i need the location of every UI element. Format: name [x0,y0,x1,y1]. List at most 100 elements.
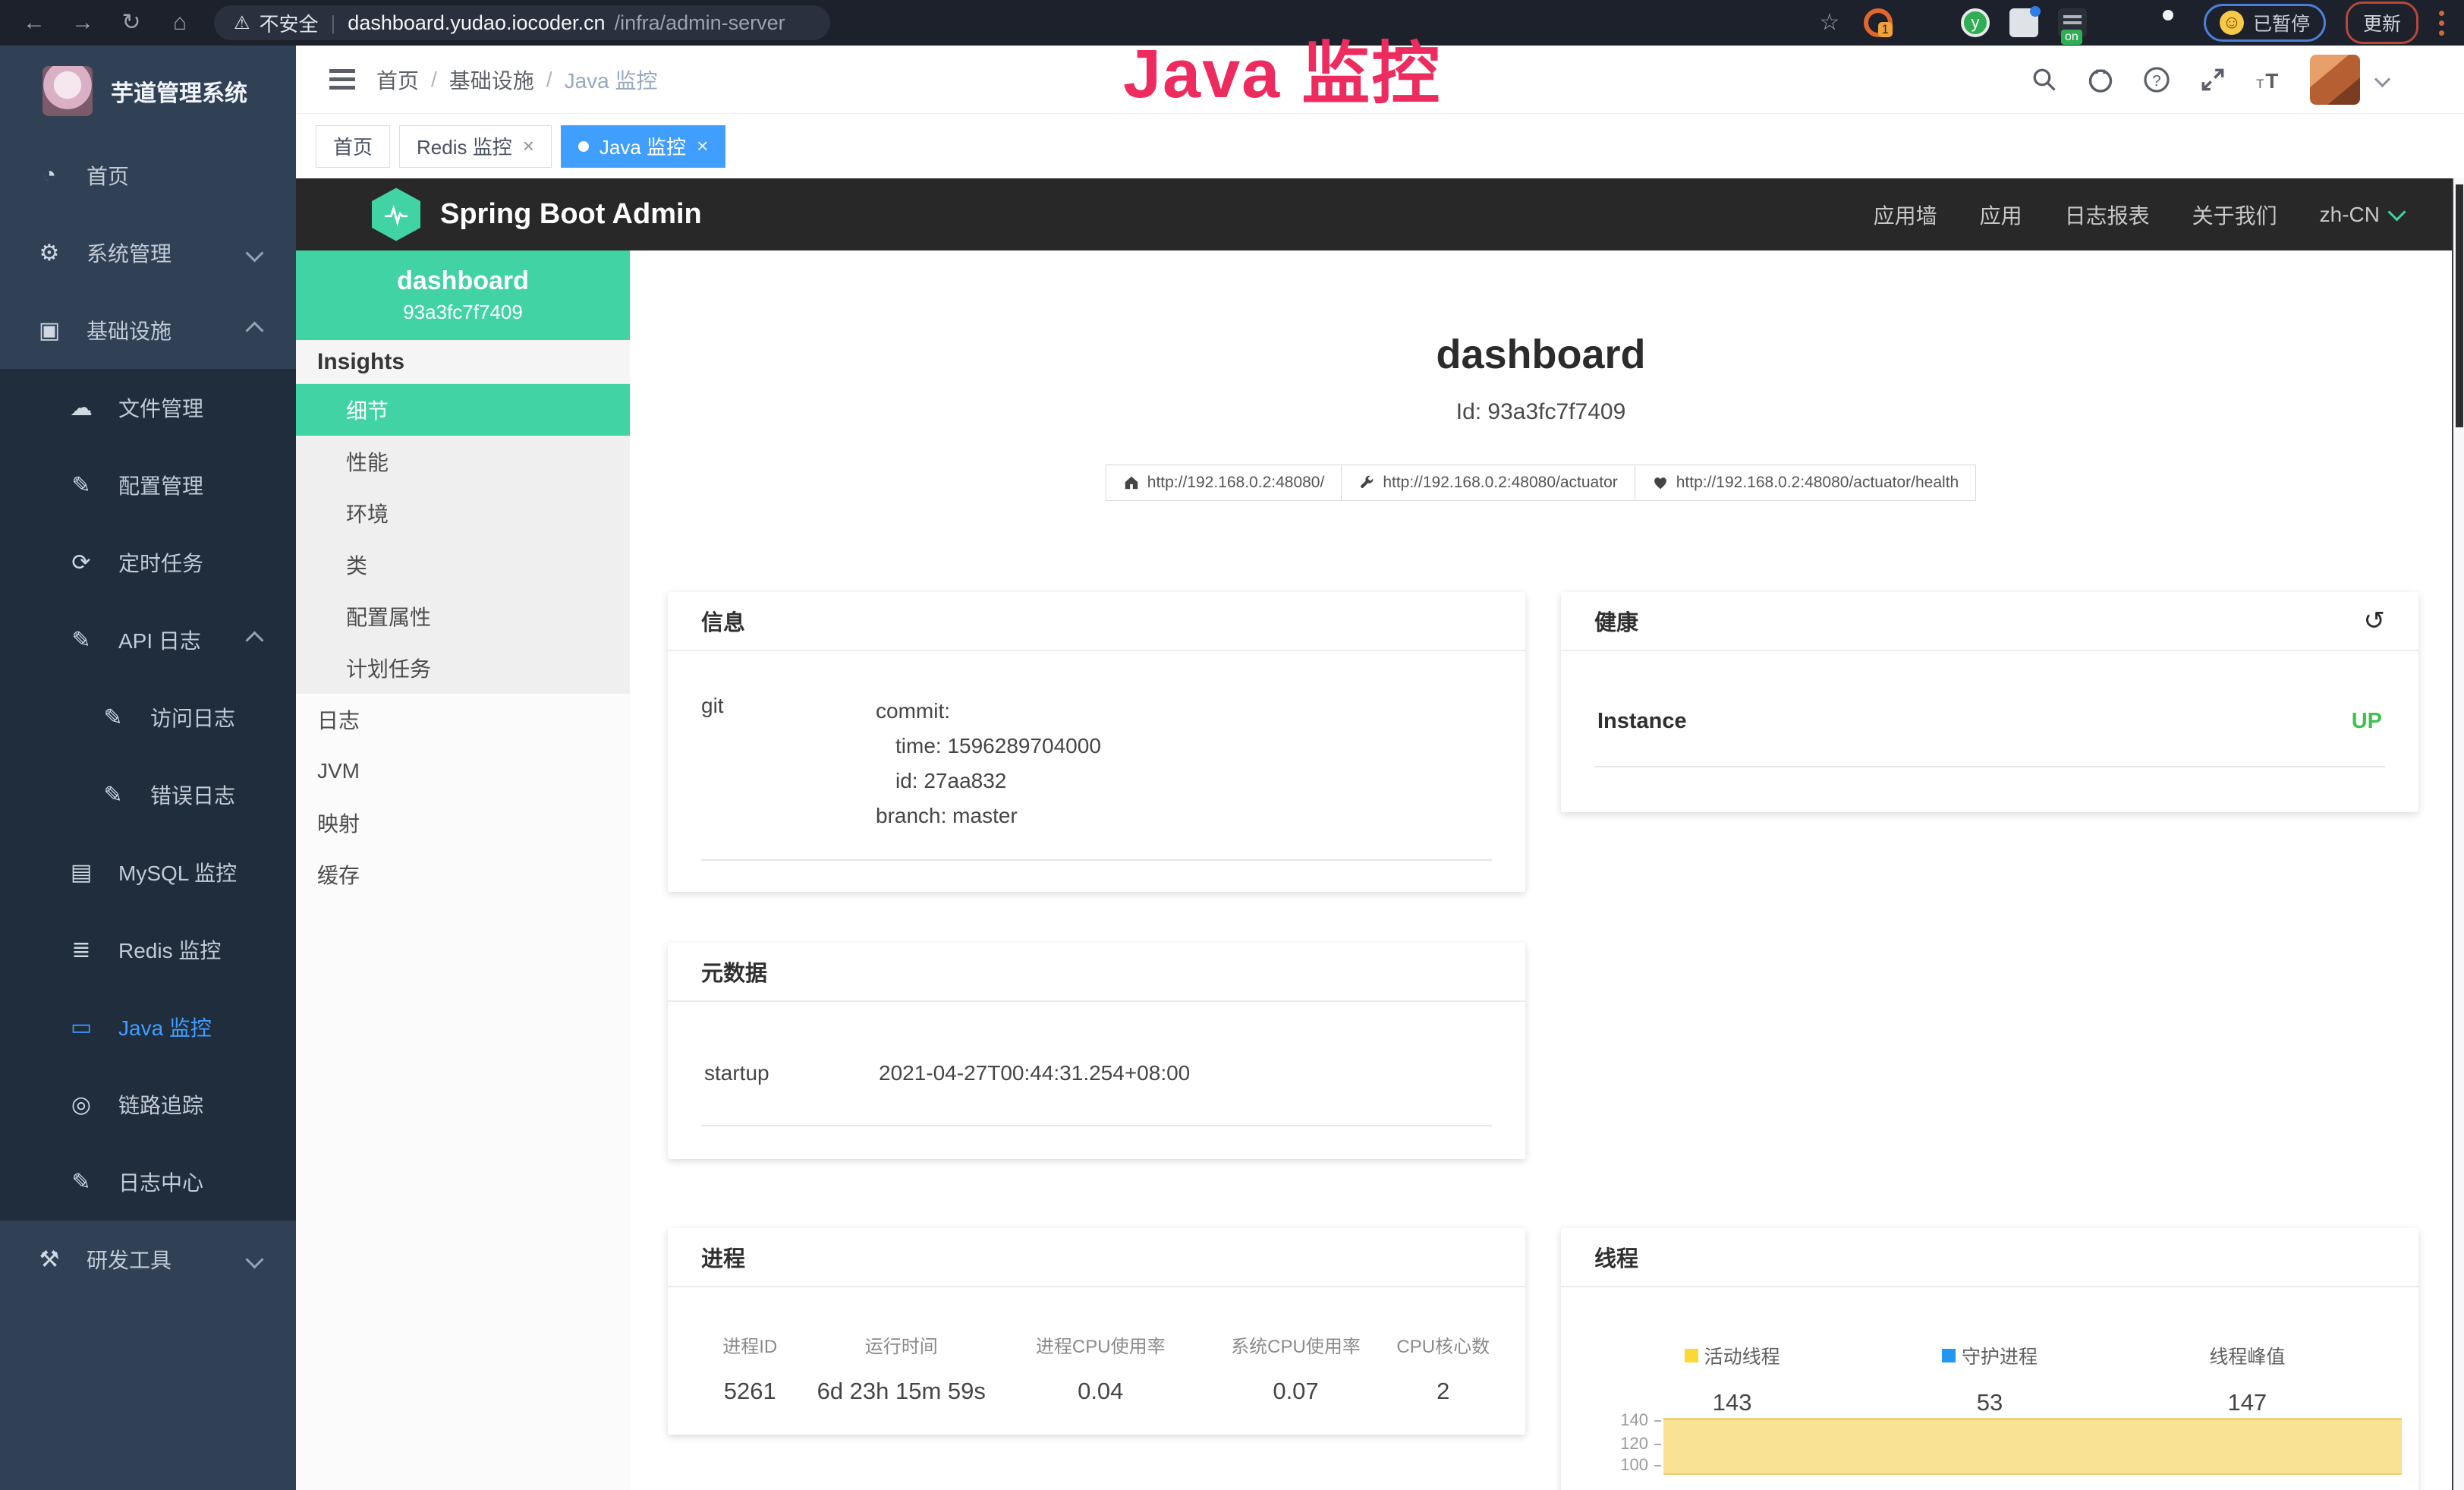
extension-pin-icon[interactable] [1912,8,1941,37]
close-icon[interactable]: × [697,134,708,158]
forward-icon[interactable]: → [68,0,97,46]
breadcrumb-infrastructure[interactable]: 基础设施 [449,65,534,95]
sba-nav-journal[interactable]: 日志报表 [2065,200,2150,230]
github-icon[interactable] [2085,65,2116,95]
bookmark-star-icon[interactable]: ☆ [1815,0,1844,46]
sidebar-item-config-manage[interactable]: ✎ 配置管理 [0,446,296,524]
service-url-button[interactable]: http://192.168.0.2:48080/ [1106,465,1342,501]
back-icon[interactable]: ← [20,0,49,46]
process-header-row: 进程ID 运行时间 进程CPU使用率 系统CPU使用率 CPU核心数 [698,1331,1495,1358]
chevron-down-icon [245,1250,263,1268]
chevron-down-icon [2387,203,2406,221]
threads-legend: 活动线程 守护进程 线程峰值 [1561,1287,2418,1369]
reload-icon[interactable]: ↻ [117,0,146,46]
extension-grid-icon[interactable] [2009,8,2038,37]
sidebar-item-system[interactable]: ⚙ 系统管理 [0,214,296,291]
sba-nav-wallboard[interactable]: 应用墙 [1874,200,1937,230]
dashboard-icon: ◔ [32,162,67,188]
sidebar-item-log-center[interactable]: ✎ 日志中心 [0,1143,296,1221]
cpu-cores-header: CPU核心数 [1392,1331,1496,1358]
health-instance-row[interactable]: Instance UP [1561,651,2418,734]
sba-sidebar: dashboard 93a3fc7f7409 Insights 细节 性能 环境… [296,250,630,1490]
sba-item-jvm[interactable]: JVM [296,745,630,797]
close-icon[interactable]: × [523,134,534,158]
extension-orange-icon[interactable]: 1 [1864,8,1893,37]
sidebar-item-error-log[interactable]: ✎ 错误日志 [0,756,296,833]
text-size-icon[interactable]: TT [2254,65,2284,95]
tab-label: 首页 [333,132,373,160]
history-icon[interactable]: ↺ [2364,606,2386,636]
avatar-caret-icon [2374,71,2390,87]
sidebar-item-java-monitor[interactable]: ▭ Java 监控 [0,988,296,1066]
legend-label: 守护进程 [1962,1342,2038,1369]
sidebar-item-dev-tools[interactable]: ⚒ 研发工具 [0,1221,296,1298]
instance-id: Id: 93a3fc7f7409 [630,399,2452,425]
topbar-actions: ? TT [2029,55,2437,105]
scrollbar-track[interactable] [2452,178,2464,1490]
tab-bar: 首页 Redis 监控 × Java 监控 × [296,114,2464,178]
sba-app-block[interactable]: dashboard 93a3fc7f7409 [296,250,630,340]
sba-item-scheduled-tasks[interactable]: 计划任务 [296,642,630,694]
update-button[interactable]: 更新 [2346,2,2418,44]
actuator-url-button[interactable]: http://192.168.0.2:48080/actuator [1341,465,1635,501]
sba-item-config-props[interactable]: 配置属性 [296,591,630,642]
process-card-body: 进程ID 运行时间 进程CPU使用率 系统CPU使用率 CPU核心数 5261 … [668,1287,1525,1405]
browser-home-icon[interactable]: ⌂ [165,0,194,46]
address-bar[interactable]: ⚠ 不安全 | dashboard.yudao.iocoder.cn/infra… [214,5,830,40]
url-path[interactable]: /infra/admin-server [615,11,785,35]
sba-item-environment[interactable]: 环境 [296,487,630,539]
extension-switch-icon[interactable]: on [2058,8,2087,37]
profile-paused-pill[interactable]: ☺ 已暂停 [2204,4,2326,42]
breadcrumb-current: Java 监控 [565,65,658,95]
scrollbar-thumb[interactable] [2456,184,2463,427]
sidebar-item-redis-monitor[interactable]: ≣ Redis 监控 [0,911,296,988]
live-threads-area [1663,1418,2402,1475]
peak-threads-value: 147 [2119,1389,2376,1416]
sba-item-logs[interactable]: 日志 [296,694,630,745]
cloud-icon: ☁ [64,395,99,421]
divider [1594,766,2385,767]
sidebar-item-access-log[interactable]: ✎ 访问日志 [0,679,296,756]
help-icon[interactable]: ? [2141,65,2172,95]
browser-menu-icon[interactable] [2438,11,2444,36]
sidebar-item-label: MySQL 监控 [118,857,237,887]
sba-section-insights: Insights [296,340,630,384]
fullscreen-icon[interactable] [2198,65,2228,95]
pid-header: 进程ID [698,1331,802,1358]
sba-item-metrics[interactable]: 性能 [296,436,630,487]
sidebar-item-label: Redis 监控 [118,934,221,965]
sidebar-item-home[interactable]: ◔ 首页 [0,137,296,214]
sidebar-item-trace[interactable]: ◎ 链路追踪 [0,1066,296,1143]
extensions-puzzle-icon[interactable] [2155,8,2184,37]
extension-y-icon[interactable]: y [1961,8,1990,37]
sidebar-item-mysql-monitor[interactable]: ▤ MySQL 监控 [0,833,296,911]
sba-item-classes[interactable]: 类 [296,539,630,591]
sba-brand-title[interactable]: Spring Boot Admin [440,198,702,231]
tab-redis-monitor[interactable]: Redis 监控 × [399,125,552,168]
search-icon[interactable] [2029,65,2060,95]
startup-value: 2021-04-27T00:44:31.254+08:00 [879,1061,1190,1085]
hamburger-icon[interactable] [329,77,355,81]
health-url-button[interactable]: http://192.168.0.2:48080/actuator/health [1635,465,1976,501]
tab-home[interactable]: 首页 [316,125,390,168]
sba-nav-applications[interactable]: 应用 [1980,200,2022,230]
security-label[interactable]: 不安全 [260,9,319,37]
url-host[interactable]: dashboard.yudao.iocoder.cn [348,11,605,35]
sba-item-mappings[interactable]: 映射 [296,797,630,849]
blue-legend-swatch [1942,1349,1956,1362]
sba-item-caches[interactable]: 缓存 [296,849,630,900]
log-icon: ✎ [96,704,131,731]
sidebar-item-file-manage[interactable]: ☁ 文件管理 [0,369,296,446]
sba-item-details[interactable]: 细节 [296,384,630,436]
sidebar-item-api-log[interactable]: ✎ API 日志 [0,601,296,679]
breadcrumb-home[interactable]: 首页 [376,65,419,95]
sidebar-item-infrastructure[interactable]: ▣ 基础设施 [0,291,296,369]
on-badge: on [2061,30,2082,45]
extension-leaf-icon[interactable] [2107,8,2135,37]
sba-locale-select[interactable]: zh-CN [2320,203,2403,227]
sba-nav-about[interactable]: 关于我们 [2192,200,2277,230]
tab-java-monitor[interactable]: Java 监控 × [561,125,725,168]
sidebar-item-label: 错误日志 [150,780,235,810]
sidebar-item-scheduled-job[interactable]: ⟳ 定时任务 [0,524,296,601]
avatar[interactable] [2310,55,2360,105]
